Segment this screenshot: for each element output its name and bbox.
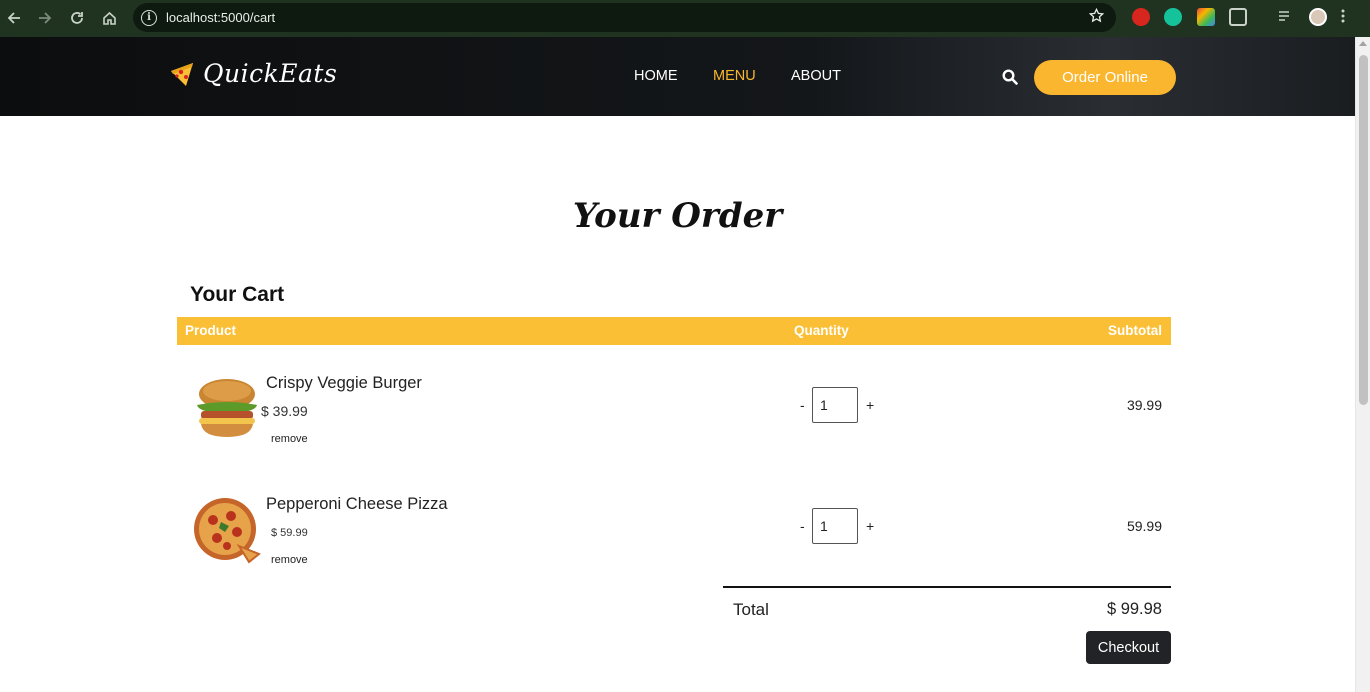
row-subtotal: 59.99 [1126, 518, 1162, 534]
grammarly-extension-icon[interactable] [1164, 8, 1182, 26]
extensions-puzzle-icon[interactable] [1229, 8, 1247, 26]
quantity-input[interactable]: 1 [812, 508, 858, 544]
column-header-quantity: Quantity [794, 323, 849, 338]
site-info-icon[interactable]: i [141, 9, 157, 26]
checkout-button[interactable]: Checkout [1086, 631, 1171, 664]
nav-item-menu[interactable]: MENU [713, 68, 756, 84]
profile-avatar[interactable] [1309, 8, 1327, 26]
column-header-subtotal: Subtotal [1108, 323, 1162, 338]
total-value: $ 99.98 [1106, 600, 1162, 618]
decrease-quantity-button[interactable]: - [800, 518, 805, 534]
page-scrollbar[interactable] [1355, 37, 1370, 692]
logo[interactable]: QuickEats [169, 59, 337, 88]
row-subtotal: 39.99 [1126, 397, 1162, 413]
cart-heading: Your Cart [190, 283, 285, 306]
cart-table-header: Product Quantity Subtotal [177, 317, 1171, 345]
cart-row: Crispy Veggie Burger $ 39.99 remove - 1 … [177, 360, 1171, 460]
reload-icon[interactable] [66, 7, 88, 29]
product-price: $ 39.99 [261, 403, 308, 419]
extension-icon[interactable] [1132, 8, 1150, 26]
page-title: Your Order [572, 196, 783, 236]
nav-item-about[interactable]: ABOUT [791, 68, 841, 84]
total-divider [723, 586, 1171, 588]
more-menu-icon[interactable] [1340, 8, 1358, 26]
cart-row: Pepperoni Cheese Pizza $ 59.99 remove - … [177, 481, 1171, 581]
product-name[interactable]: Pepperoni Cheese Pizza [266, 495, 448, 514]
logo-text: QuickEats [203, 59, 338, 88]
scroll-up-arrow-icon[interactable] [1359, 41, 1367, 46]
site-header: QuickEats HOME MENU ABOUT Order Online [0, 37, 1355, 116]
color-extension-icon[interactable] [1197, 8, 1215, 26]
total-label: Total [733, 600, 769, 619]
home-icon[interactable] [98, 7, 120, 29]
browser-toolbar: i localhost:5000/cart [0, 0, 1370, 37]
scrollbar-thumb[interactable] [1359, 55, 1368, 405]
pizza-image [193, 496, 261, 564]
pizza-slice-icon [169, 61, 195, 87]
reading-list-icon[interactable] [1277, 8, 1295, 26]
product-name[interactable]: Crispy Veggie Burger [266, 374, 422, 393]
nav-item-home[interactable]: HOME [634, 68, 678, 84]
increase-quantity-button[interactable]: + [866, 518, 874, 534]
bookmark-star-icon[interactable] [1088, 7, 1105, 27]
order-online-button[interactable]: Order Online [1034, 60, 1176, 95]
column-header-product: Product [185, 323, 237, 338]
product-price: $ 59.99 [271, 527, 308, 539]
search-icon[interactable] [1002, 69, 1018, 85]
increase-quantity-button[interactable]: + [866, 397, 874, 413]
quantity-input[interactable]: 1 [812, 387, 858, 423]
address-bar[interactable]: i localhost:5000/cart [133, 3, 1116, 32]
back-arrow-icon[interactable] [3, 7, 25, 29]
burger-image [193, 375, 261, 443]
remove-link[interactable]: remove [271, 433, 308, 445]
forward-arrow-icon[interactable] [34, 7, 56, 29]
url-text: localhost:5000/cart [166, 10, 276, 25]
remove-link[interactable]: remove [271, 554, 308, 566]
decrease-quantity-button[interactable]: - [800, 397, 805, 413]
